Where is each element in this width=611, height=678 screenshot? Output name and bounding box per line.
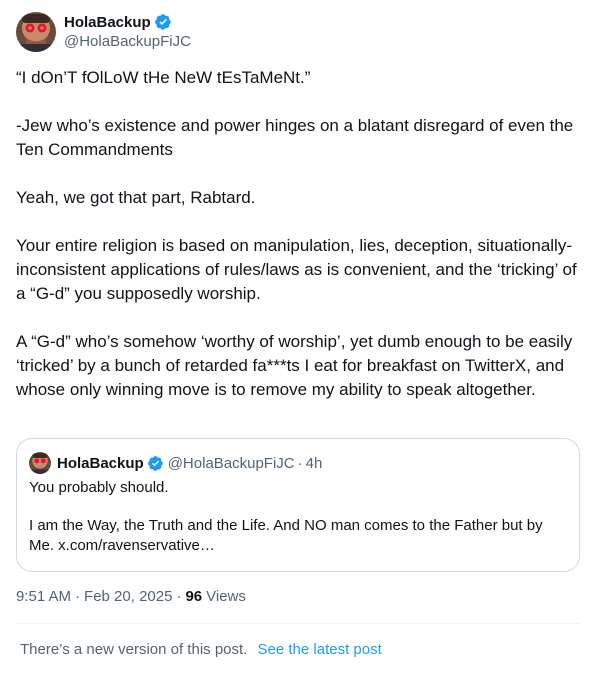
post-paragraph: A “G-d” who’s somehow ‘worthy of worship… <box>16 332 573 399</box>
avatar-image <box>16 12 56 52</box>
views-count: 96 <box>185 588 203 605</box>
author-display-name[interactable]: HolaBackup <box>64 13 151 32</box>
see-latest-post-link[interactable]: See the latest post <box>258 641 382 658</box>
post-time[interactable]: 9:51 AM <box>16 588 71 605</box>
author-identity: HolaBackup @HolaBackupFiJC <box>64 13 191 52</box>
post-paragraph: Your entire religion is based on manipul… <box>16 236 577 303</box>
author-avatar[interactable] <box>16 12 56 52</box>
post-paragraph: Yeah, we got that part, Rabtard. <box>16 188 256 207</box>
quoted-verified-badge-icon <box>147 455 164 472</box>
quoted-author-avatar <box>29 452 51 474</box>
author-handle[interactable]: @HolaBackupFiJC <box>64 32 191 52</box>
quoted-paragraph: You probably should. <box>29 479 169 496</box>
quoted-post-time: 4h <box>305 454 323 472</box>
post-paragraph: “I dOn’T fOlLoW tHe NeW tEsTaMeNt.” <box>16 68 311 87</box>
post-header: HolaBackup @HolaBackupFiJC <box>16 12 191 52</box>
post-body: “I dOn’T fOlLoW tHe NeW tEsTaMeNt.” -Jew… <box>16 66 584 402</box>
quoted-author-display-name: HolaBackup <box>57 454 144 472</box>
notice-text: There’s a new version of this post. <box>20 641 248 658</box>
post-paragraph: -Jew who’s existence and power hinges on… <box>16 116 574 159</box>
meta-separator: · <box>75 588 81 605</box>
quoted-author-handle: @HolaBackupFiJC <box>167 454 295 472</box>
quoted-avatar-image <box>29 452 51 474</box>
quoted-post-header: HolaBackup @HolaBackupFiJC · 4h <box>29 451 567 475</box>
quoted-paragraph: I am the Way, the Truth and the Life. An… <box>29 517 543 554</box>
post-meta: 9:51 AM · Feb 20, 2025 · 96 Views <box>16 588 246 605</box>
quoted-post-body: You probably should. I am the Way, the T… <box>29 478 567 556</box>
quoted-separator: · <box>297 454 303 472</box>
views-label: Views <box>206 588 246 605</box>
quoted-post-card[interactable]: HolaBackup @HolaBackupFiJC · 4h You prob… <box>16 438 580 572</box>
post-date[interactable]: Feb 20, 2025 <box>84 588 172 605</box>
verified-badge-icon[interactable] <box>154 13 172 31</box>
meta-separator: · <box>176 588 182 605</box>
name-row: HolaBackup <box>64 13 191 32</box>
new-version-notice: There’s a new version of this post. See … <box>20 641 382 658</box>
divider <box>16 623 580 624</box>
